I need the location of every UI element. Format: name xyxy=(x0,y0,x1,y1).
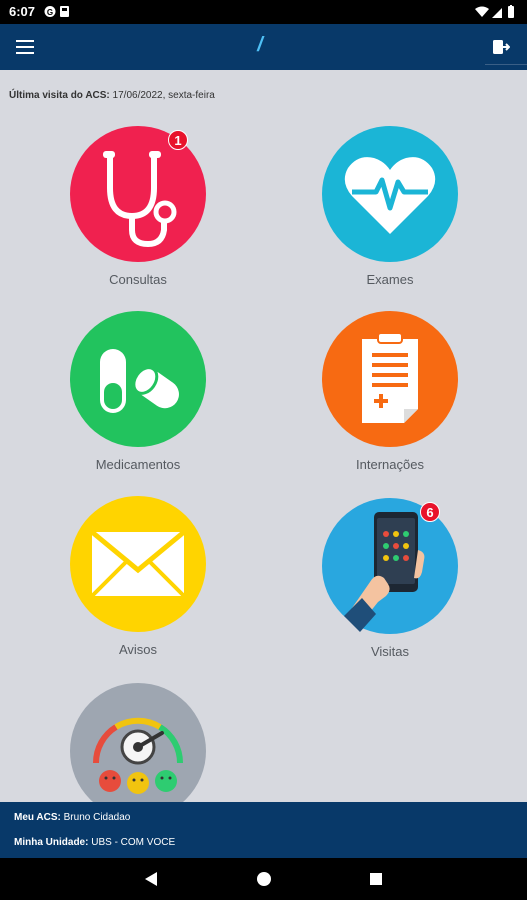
status-notification-icons: G xyxy=(44,5,74,23)
acs-row: Meu ACS: Bruno Cidadao xyxy=(14,812,130,823)
logout-button[interactable] xyxy=(485,32,517,62)
tile-label: Visitas xyxy=(370,644,410,659)
last-visit-value: 17/06/2022, sexta-feira xyxy=(112,90,215,101)
status-bar: 6:07 G xyxy=(0,0,527,24)
tile-consultas[interactable]: 1 Consultas xyxy=(58,126,218,288)
recents-square-icon xyxy=(370,873,382,885)
tile-satisfaction[interactable] xyxy=(58,683,218,802)
medicamentos-circle xyxy=(70,311,206,447)
home-circle-icon xyxy=(257,872,271,886)
status-time: 6:07 xyxy=(9,4,36,19)
status-system-icons xyxy=(474,5,518,24)
hamburger-icon xyxy=(16,40,34,54)
unit-value: UBS - COM VOCE xyxy=(91,837,176,848)
tile-label: Internações xyxy=(356,457,424,472)
unit-row: Minha Unidade: UBS - COM VOCE xyxy=(14,837,175,848)
menu-button[interactable] xyxy=(10,32,40,62)
consultas-circle: 1 xyxy=(70,126,206,262)
home-button[interactable] xyxy=(253,868,275,890)
navigation-bar xyxy=(0,858,527,900)
tile-label: Medicamentos xyxy=(95,457,181,472)
footer-info: Meu ACS: Bruno Cidadao Minha Unidade: UB… xyxy=(0,802,527,858)
visitas-badge: 6 xyxy=(420,502,440,522)
tile-label: Consultas xyxy=(109,272,167,287)
satisfaction-circle xyxy=(70,683,206,802)
clipboard-medical-icon xyxy=(362,332,418,423)
unit-label: Minha Unidade: xyxy=(14,837,89,848)
back-triangle-icon xyxy=(145,872,157,886)
logout-icon xyxy=(493,40,510,54)
tile-label: Exames xyxy=(366,272,414,287)
back-button[interactable] xyxy=(140,868,162,890)
tile-medicamentos[interactable]: Medicamentos xyxy=(58,311,218,473)
acs-label: Meu ACS: xyxy=(14,812,61,823)
recents-button[interactable] xyxy=(365,868,387,890)
app-title: / xyxy=(257,34,263,56)
app-bar: / xyxy=(0,24,527,70)
tile-avisos[interactable]: Avisos xyxy=(58,496,218,658)
pills-icon xyxy=(100,349,179,413)
tile-label: Avisos xyxy=(118,642,158,657)
heart-pulse-icon xyxy=(344,157,436,234)
last-visit-label: Última visita do ACS: xyxy=(9,90,110,101)
tile-visitas[interactable]: 6 Visitas xyxy=(310,498,470,660)
consultas-badge: 1 xyxy=(168,130,188,150)
exames-circle xyxy=(322,126,458,262)
divider xyxy=(485,64,527,65)
svg-text:G: G xyxy=(47,8,53,17)
internacoes-circle xyxy=(322,311,458,447)
envelope-icon xyxy=(90,530,186,598)
tile-exames[interactable]: Exames xyxy=(310,126,470,288)
satisfaction-gauge-icon xyxy=(92,717,184,794)
last-visit-info: Última visita do ACS: 17/06/2022, sexta-… xyxy=(9,90,215,101)
avisos-circle xyxy=(70,496,206,632)
tile-internacoes[interactable]: Internações xyxy=(310,311,470,473)
acs-value: Bruno Cidadao xyxy=(63,812,131,823)
visitas-circle: 6 xyxy=(322,498,458,634)
